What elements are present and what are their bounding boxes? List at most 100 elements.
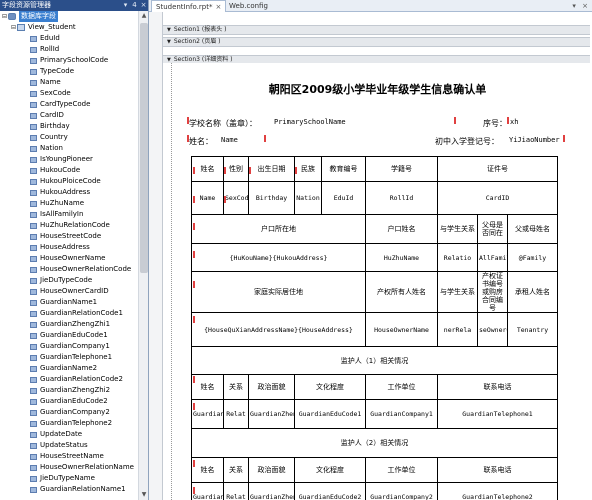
tree-field-updatestatus[interactable]: UpdateStatus — [30, 440, 88, 451]
tree-field-hukouaddress[interactable]: HukouAddress — [30, 187, 90, 198]
tree-field-guardiancompany2[interactable]: GuardianCompany2 — [30, 407, 110, 418]
table-cell[interactable]: Birthday — [248, 181, 295, 215]
tree-field-houseownerrelationcode[interactable]: HouseOwnerRelationCode — [30, 264, 131, 275]
table-cell[interactable]: HuZhuName — [365, 243, 438, 272]
table-cell[interactable]: RollId — [365, 181, 438, 215]
table-cell[interactable]: 工作单位 — [365, 457, 438, 483]
tree-field-rollid[interactable]: RollId — [30, 44, 59, 55]
table-cell[interactable]: 父母是否同在 — [477, 214, 508, 244]
table-cell[interactable]: @Family — [507, 243, 558, 272]
table-cell[interactable]: Relat — [223, 399, 249, 429]
report-title[interactable]: 朝阳区2009级小学毕业年级学生信息确认单 — [163, 81, 592, 97]
table-cell[interactable]: 与学生关系 — [437, 271, 478, 313]
table-cell[interactable]: seOwnerCar — [477, 312, 508, 347]
tree-field-guardiantelephone1[interactable]: GuardianTelephone1 — [30, 352, 112, 363]
tree-field-guardiancompany1[interactable]: GuardianCompany1 — [30, 341, 110, 352]
tree-field-cardid[interactable]: CardID — [30, 110, 64, 121]
table-cell[interactable]: 户口所在地 — [191, 214, 366, 244]
table-cell[interactable]: 学籍号 — [365, 156, 438, 182]
table-cell[interactable]: CardID — [437, 181, 558, 215]
table-cell[interactable]: 监护人（2）相关情况 — [191, 428, 558, 458]
table-cell[interactable]: 联系电话 — [437, 374, 558, 400]
tree-field-jiedutypecode[interactable]: JieDuTypeCode — [30, 275, 92, 286]
table-cell[interactable]: AllFamily — [477, 243, 508, 272]
collapse-icon[interactable]: ⊟ — [1, 11, 8, 22]
tree-field-country[interactable]: Country — [30, 132, 68, 143]
section-band-1[interactable]: ▼ Section1 (报表头 ) — [163, 25, 590, 35]
table-cell[interactable]: 民族 — [294, 156, 322, 182]
table-cell[interactable]: 监护人（1）相关情况 — [191, 346, 558, 375]
tree-field-houseownername[interactable]: HouseOwnerName — [30, 253, 105, 264]
tree-field-isyoungpioneer[interactable]: IsYoungPioneer — [30, 154, 93, 165]
table-cell[interactable]: 证件号 — [437, 156, 558, 182]
table-cell[interactable]: 产权证书编号或购房合同编号 — [477, 271, 508, 313]
tree-scrollbar[interactable]: ▲ ▼ — [138, 11, 148, 500]
table-cell[interactable]: 姓名 — [191, 457, 224, 483]
name-field[interactable]: Name — [221, 136, 238, 144]
tree-field-houseaddress[interactable]: HouseAddress — [30, 242, 90, 253]
table-cell[interactable]: GuardianCompany2 — [365, 482, 438, 500]
tree-field-guardianname2[interactable]: GuardianName2 — [30, 363, 97, 374]
table-cell[interactable]: Relatio — [437, 243, 478, 272]
table-cell[interactable]: HouseOwnerName — [365, 312, 438, 347]
tree-field-houseownercardid[interactable]: HouseOwnerCardID — [30, 286, 109, 297]
tree-field-huzhuname[interactable]: HuZhuName — [30, 198, 84, 209]
table-cell[interactable]: 家庭实际居住地 — [191, 271, 366, 313]
table-cell[interactable]: EduId — [321, 181, 366, 215]
table-cell[interactable]: GuardianName2 — [191, 482, 224, 500]
tree-field-guardianname1[interactable]: GuardianName1 — [30, 297, 97, 308]
tree-field-sexcode[interactable]: SexCode — [30, 88, 71, 99]
table-cell[interactable]: 联系电话 — [437, 457, 558, 483]
table-cell[interactable]: 关系 — [223, 457, 249, 483]
school-field[interactable]: PrimarySchoolName — [274, 118, 346, 126]
tree-field-nation[interactable]: Nation — [30, 143, 63, 154]
tree-field-eduid[interactable]: EduId — [30, 33, 60, 44]
close-icon[interactable]: × — [139, 0, 148, 11]
table-cell[interactable]: Name — [191, 181, 224, 215]
report-canvas[interactable]: 朝阳区2009级小学毕业年级学生信息确认单 学校名称（盖章）： PrimaryS… — [163, 63, 592, 500]
scroll-down-icon[interactable]: ▼ — [139, 490, 148, 500]
tree-field-guardianrelationcode2[interactable]: GuardianRelationCode2 — [30, 374, 123, 385]
table-cell[interactable]: nerRela — [437, 312, 478, 347]
table-cell[interactable]: {HouseQuXianAddressName}{HouseAddress} — [191, 312, 366, 347]
section-band-2[interactable]: ▼ Section2 (页眉 ) — [163, 37, 590, 47]
tree-field-jiedutypename[interactable]: JieDuTypeName — [30, 473, 95, 484]
table-cell[interactable]: GuardianTelephone1 — [437, 399, 558, 429]
table-cell[interactable]: 文化程度 — [294, 457, 366, 483]
dropdown-icon[interactable]: ▾ — [121, 0, 130, 11]
table-cell[interactable]: 政治面貌 — [248, 374, 295, 400]
table-cell[interactable]: GuardianEduCode2 — [294, 482, 366, 500]
table-cell[interactable]: 教育编号 — [321, 156, 366, 182]
table-cell[interactable]: 工作单位 — [365, 374, 438, 400]
tree-field-guardianrelationcode1[interactable]: GuardianRelationCode1 — [30, 308, 123, 319]
tree-field-guardianzhengzhi1[interactable]: GuardianZhengZhi1 — [30, 319, 110, 330]
tree-field-cardtypecode[interactable]: CardTypeCode — [30, 99, 90, 110]
table-cell[interactable]: SexCode — [223, 181, 249, 215]
tree-node-database-fields[interactable]: ⊟ 数据库字段 — [1, 11, 58, 22]
tree-field-hukouploicecode[interactable]: HukouPloiceCode — [30, 176, 101, 187]
tree-field-hukoucode[interactable]: HukouCode — [30, 165, 80, 176]
tree-field-guardianeducode1[interactable]: GuardianEduCode1 — [30, 330, 108, 341]
tree-field-houseownerrelationname[interactable]: HouseOwnerRelationName — [30, 462, 134, 473]
tree-field-huzhurelationcode[interactable]: HuZhuRelationCode — [30, 220, 110, 231]
table-cell[interactable]: 关系 — [223, 374, 249, 400]
tab-web-config[interactable]: Web.config — [225, 0, 272, 12]
tree-node-table[interactable]: ⊟ View_Student — [10, 22, 76, 33]
table-cell[interactable]: 产权所有人姓名 — [365, 271, 438, 313]
table-cell[interactable]: GuardianTelephone2 — [437, 482, 558, 500]
name-label[interactable]: 姓名： — [189, 136, 213, 147]
table-cell[interactable]: 父或母姓名 — [507, 214, 558, 244]
pin-icon[interactable]: 4 — [130, 0, 139, 11]
table-cell[interactable]: GuardianZhengZh — [248, 399, 295, 429]
table-cell[interactable]: GuardianCompany1 — [365, 399, 438, 429]
tree-field-updatedate[interactable]: UpdateDate — [30, 429, 82, 440]
tree-field-guardianrelationname1[interactable]: GuardianRelationName1 — [30, 484, 126, 495]
table-cell[interactable]: Relat — [223, 482, 249, 500]
collapse-triangle-icon[interactable]: ▼ — [167, 39, 171, 45]
tree-field-housestreetname[interactable]: HouseStreetName — [30, 451, 104, 462]
tree-field-guardiantelephone2[interactable]: GuardianTelephone2 — [30, 418, 112, 429]
table-cell[interactable]: GuardianZhengZh — [248, 482, 295, 500]
tree-field-housestreetcode[interactable]: HouseStreetCode — [30, 231, 101, 242]
tree-field-typecode[interactable]: TypeCode — [30, 66, 74, 77]
table-cell[interactable]: 承租人姓名 — [507, 271, 558, 313]
